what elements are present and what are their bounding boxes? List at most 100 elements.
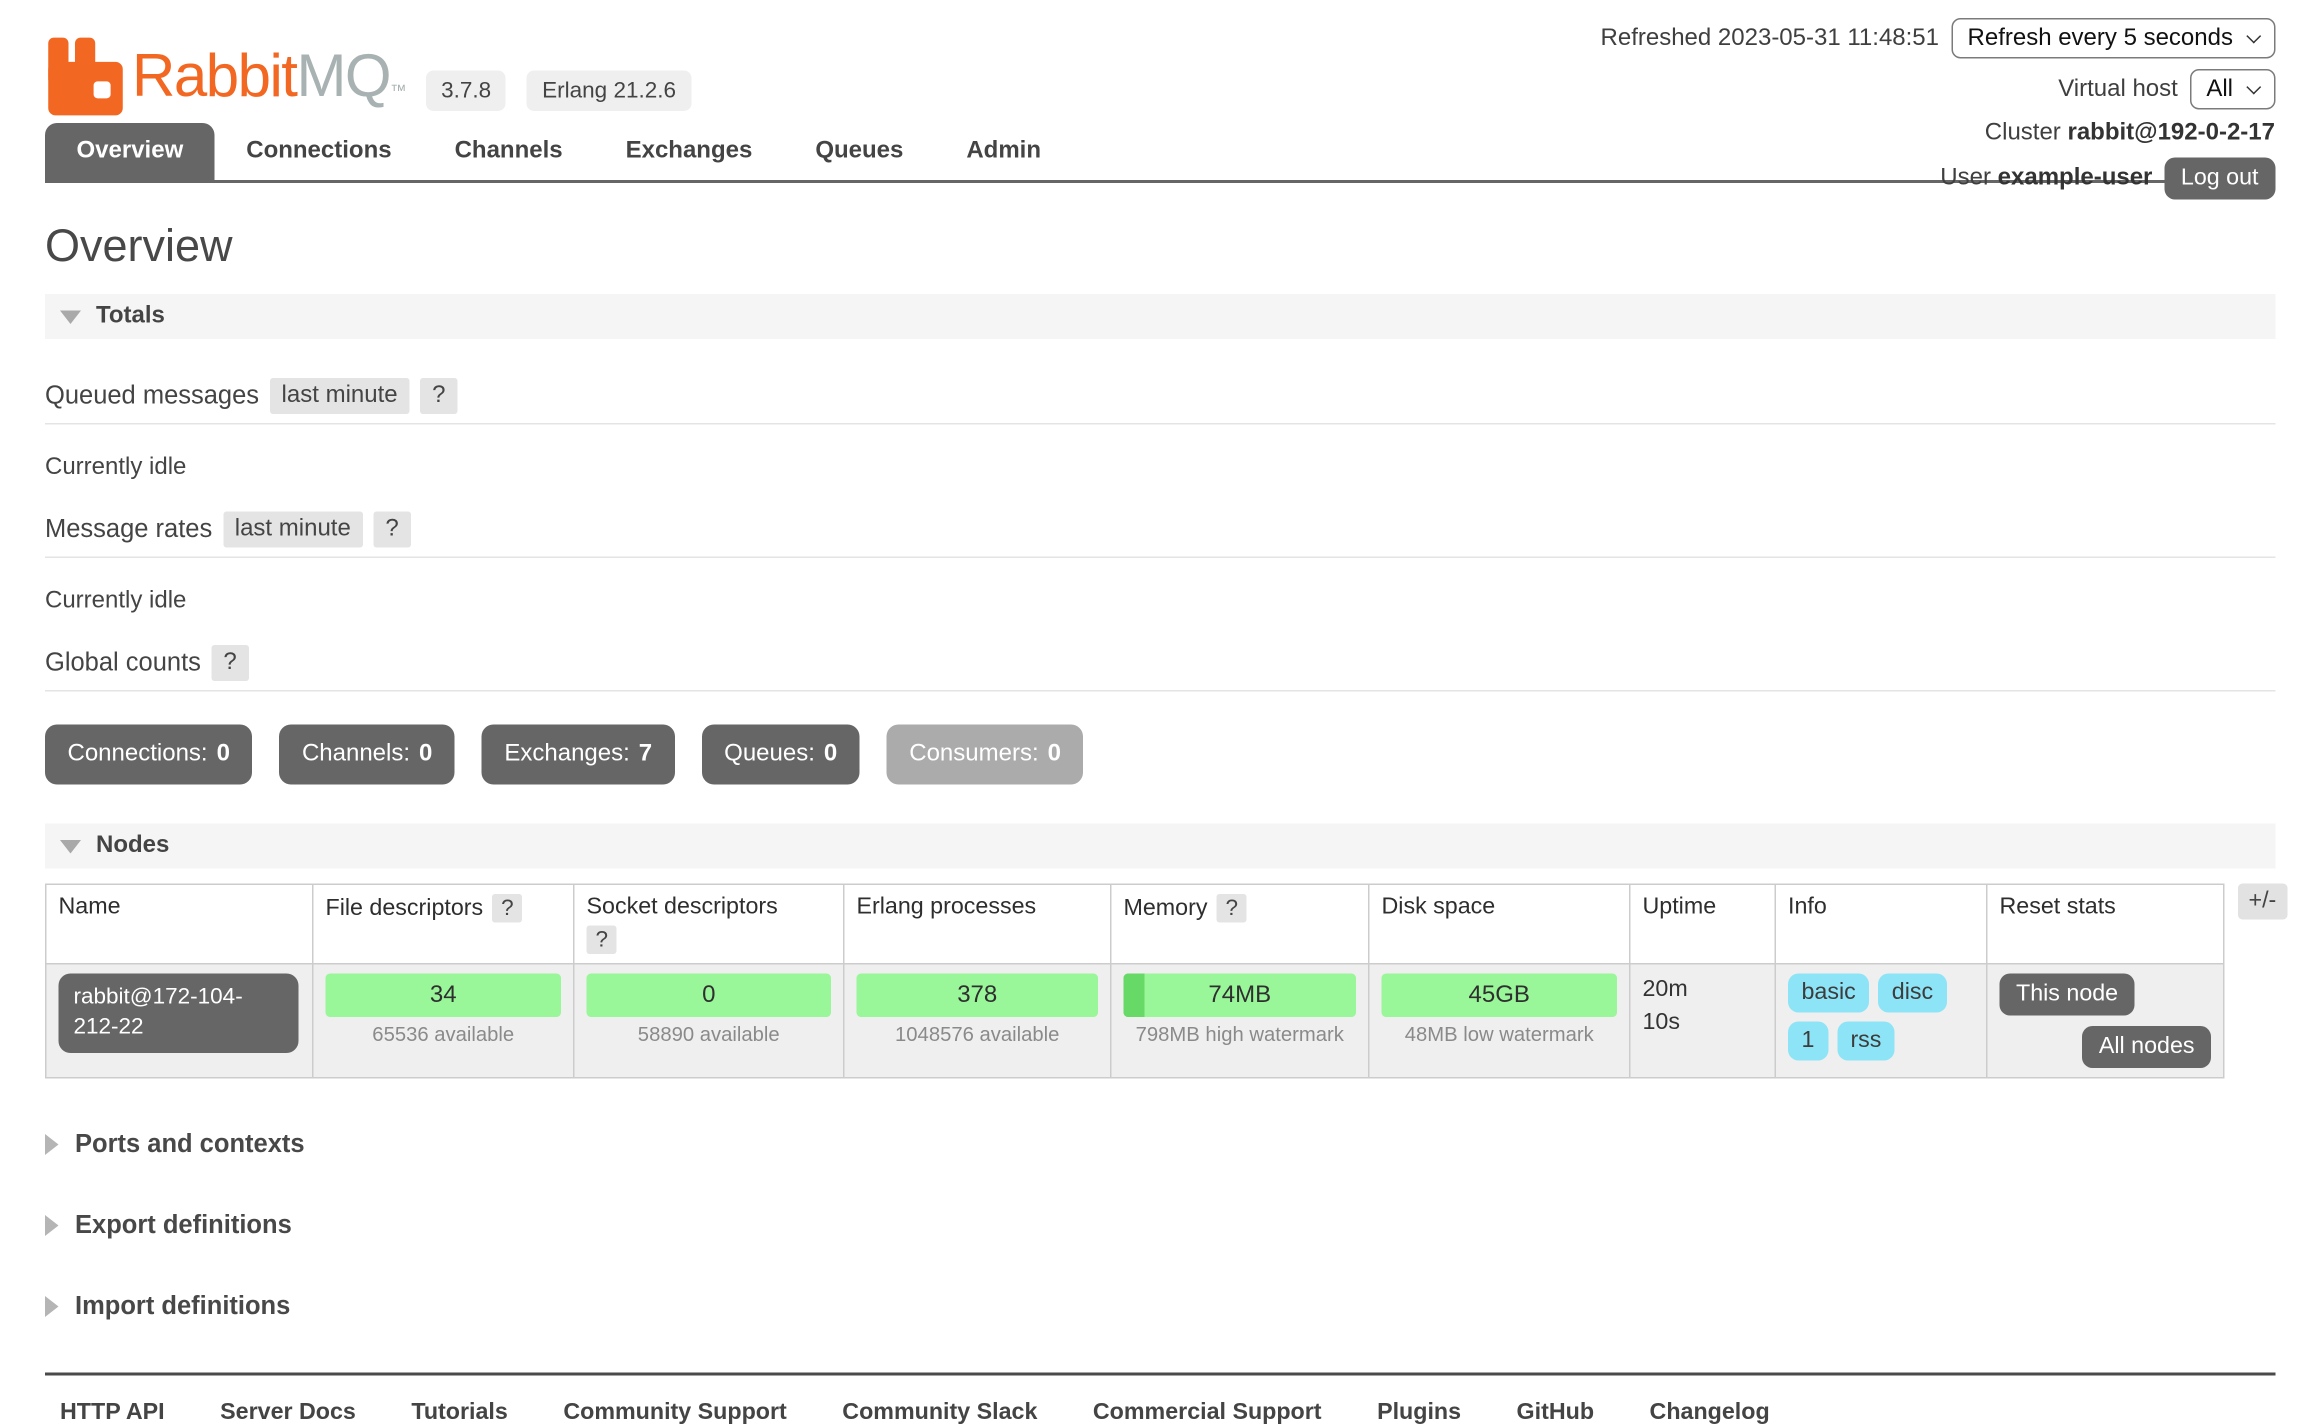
header-status-area: Refreshed 2023-05-31 11:48:51 Refresh ev…: [1601, 18, 2275, 200]
queued-messages-label: Queued messages: [45, 381, 259, 411]
footer-link-http-api[interactable]: HTTP API: [60, 1400, 165, 1427]
footer: HTTP API Server Docs Tutorials Community…: [45, 1376, 2275, 1427]
refresh-interval-value: Refresh every 5 seconds: [1968, 25, 2233, 52]
totals-section-title: Totals: [96, 303, 165, 330]
ports-and-contexts-toggle[interactable]: Ports and contexts: [45, 1130, 2275, 1160]
message-rates-status: Currently idle: [45, 588, 2275, 615]
footer-link-community-support[interactable]: Community Support: [563, 1400, 786, 1427]
nodes-table-area: Name File descriptors? Socket descriptor…: [45, 884, 2275, 1079]
node-name-cell: rabbit@172-104-212-22: [46, 964, 313, 1078]
info-badge-disc: disc: [1878, 974, 1946, 1013]
triangle-right-icon: [45, 1296, 59, 1317]
erlang-processes-cell: 378 1048576 available: [844, 964, 1111, 1078]
footer-link-commercial-support[interactable]: Commercial Support: [1093, 1400, 1322, 1427]
disk-space-watermark: 48MB low watermark: [1382, 1023, 1618, 1046]
rabbitmq-version-badge: 3.7.8: [426, 71, 506, 112]
message-rates-help-icon[interactable]: ?: [373, 512, 410, 548]
memory-help-icon[interactable]: ?: [1216, 894, 1247, 923]
reset-stats-cell: This node All nodes: [1987, 964, 2224, 1078]
footer-link-community-slack[interactable]: Community Slack: [842, 1400, 1037, 1427]
nodes-section-title: Nodes: [96, 833, 169, 860]
totals-section-toggle[interactable]: Totals: [45, 294, 2275, 339]
footer-link-changelog[interactable]: Changelog: [1650, 1400, 1770, 1427]
footer-link-server-docs[interactable]: Server Docs: [220, 1400, 356, 1427]
node-row: rabbit@172-104-212-22 34 65536 available…: [46, 964, 2224, 1078]
virtual-host-select[interactable]: All: [2190, 69, 2275, 110]
exchanges-count-badge: Exchanges:7: [482, 725, 675, 785]
uptime-value: 20m 10s: [1643, 974, 1715, 1039]
socket-descriptors-bar: 0: [587, 974, 832, 1018]
queued-messages-period-tag[interactable]: last minute: [270, 378, 410, 414]
file-descriptors-help-icon[interactable]: ?: [492, 894, 523, 923]
brand-mq: MQ: [296, 43, 390, 109]
node-name-badge: rabbit@172-104-212-22: [59, 974, 299, 1053]
virtual-host-label: Virtual host: [2058, 76, 2178, 103]
virtual-host-row: Virtual host All: [1601, 69, 2275, 110]
file-descriptors-bar: 34: [326, 974, 562, 1018]
memory-bar: 74MB: [1124, 974, 1357, 1018]
column-toggle-button[interactable]: +/-: [2238, 884, 2287, 920]
footer-link-plugins[interactable]: Plugins: [1377, 1400, 1461, 1427]
refresh-row: Refreshed 2023-05-31 11:48:51 Refresh ev…: [1601, 18, 2275, 59]
cluster-row: Cluster rabbit@192-0-2-17: [1601, 120, 2275, 147]
chevron-down-icon: [2246, 29, 2261, 44]
export-definitions-toggle[interactable]: Export definitions: [45, 1211, 2275, 1241]
queued-messages-heading: Queued messages last minute ?: [45, 372, 2275, 425]
message-rates-period-tag[interactable]: last minute: [223, 512, 363, 548]
file-descriptors-available: 65536 available: [326, 1023, 562, 1046]
info-badge-basic: basic: [1788, 974, 1869, 1013]
col-name: Name: [46, 884, 313, 964]
tab-channels[interactable]: Channels: [423, 123, 594, 180]
consumers-count-badge: Consumers:0: [887, 725, 1084, 785]
info-cell: basic disc 1 rss: [1775, 964, 1987, 1078]
global-counts-badges: Connections:0 Channels:0 Exchanges:7 Que…: [45, 725, 2275, 785]
reset-this-node-button[interactable]: This node: [2000, 974, 2135, 1016]
col-uptime: Uptime: [1630, 884, 1776, 964]
info-badge-rss: rss: [1837, 1022, 1895, 1061]
brand-wordmark: RabbitMQ™: [132, 43, 405, 111]
import-definitions-toggle[interactable]: Import definitions: [45, 1292, 2275, 1322]
brand-trademark: ™: [390, 82, 405, 100]
queued-messages-help-icon[interactable]: ?: [420, 378, 457, 414]
reset-all-nodes-button[interactable]: All nodes: [2082, 1026, 2211, 1068]
disk-space-bar: 45GB: [1382, 974, 1618, 1018]
global-counts-help-icon[interactable]: ?: [211, 645, 248, 681]
message-rates-heading: Message rates last minute ?: [45, 506, 2275, 559]
tab-queues[interactable]: Queues: [784, 123, 935, 180]
file-descriptors-cell: 34 65536 available: [313, 964, 574, 1078]
nodes-table: Name File descriptors? Socket descriptor…: [45, 884, 2225, 1079]
tab-admin[interactable]: Admin: [935, 123, 1073, 180]
triangle-down-icon: [60, 839, 81, 853]
refreshed-timestamp: Refreshed 2023-05-31 11:48:51: [1601, 25, 1939, 52]
socket-descriptors-help-icon[interactable]: ?: [587, 926, 618, 955]
info-badge-1: 1: [1788, 1022, 1828, 1061]
col-disk-space: Disk space: [1369, 884, 1630, 964]
tab-connections[interactable]: Connections: [215, 123, 423, 180]
message-rates-label: Message rates: [45, 515, 212, 545]
tab-exchanges[interactable]: Exchanges: [594, 123, 784, 180]
user-row: User example-user Log out: [1601, 158, 2275, 200]
footer-link-tutorials[interactable]: Tutorials: [411, 1400, 507, 1427]
triangle-right-icon: [45, 1134, 59, 1155]
global-counts-heading: Global counts ?: [45, 639, 2275, 692]
cluster-name: rabbit@192-0-2-17: [2067, 120, 2274, 146]
erlang-processes-bar: 378: [857, 974, 1099, 1018]
col-info: Info: [1775, 884, 1987, 964]
triangle-right-icon: [45, 1215, 59, 1236]
rabbitmq-rabbit-icon: [45, 36, 126, 117]
col-reset-stats: Reset stats: [1987, 884, 2224, 964]
footer-link-github[interactable]: GitHub: [1517, 1400, 1594, 1427]
disk-space-cell: 45GB 48MB low watermark: [1369, 964, 1630, 1078]
nodes-section-toggle[interactable]: Nodes: [45, 824, 2275, 869]
col-socket-descriptors: Socket descriptors ?: [574, 884, 844, 964]
col-memory: Memory?: [1111, 884, 1369, 964]
tab-overview[interactable]: Overview: [45, 123, 215, 180]
queued-messages-status: Currently idle: [45, 455, 2275, 482]
logout-button[interactable]: Log out: [2164, 158, 2275, 200]
erlang-processes-available: 1048576 available: [857, 1023, 1099, 1046]
brand-rabbit: Rabbit: [132, 43, 296, 109]
col-file-descriptors: File descriptors?: [313, 884, 574, 964]
user-name: example-user: [1998, 165, 2153, 191]
refresh-interval-select[interactable]: Refresh every 5 seconds: [1951, 18, 2275, 59]
rabbitmq-logo: RabbitMQ™: [45, 36, 405, 117]
